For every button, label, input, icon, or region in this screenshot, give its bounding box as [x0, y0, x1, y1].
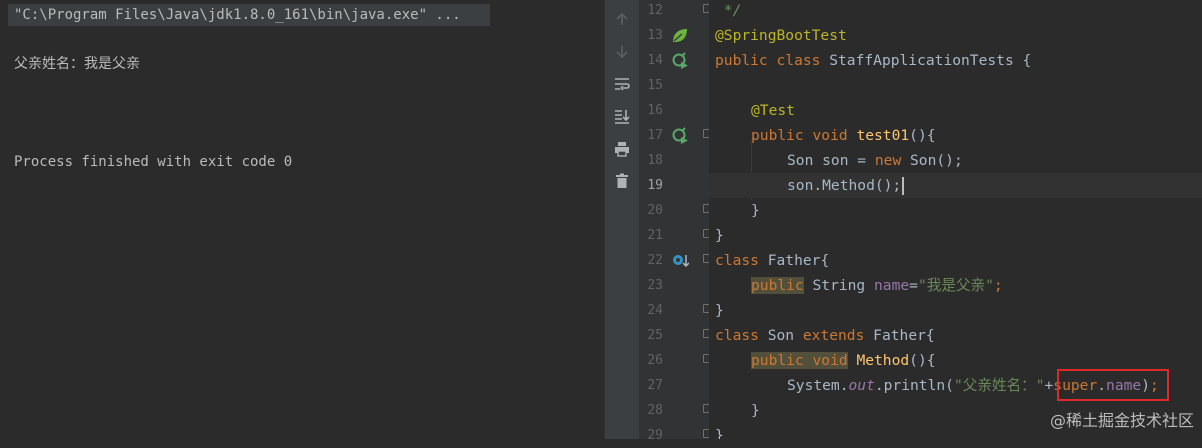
- run-command-line[interactable]: "C:\Program Files\Java\jdk1.8.0_161\bin\…: [8, 4, 490, 26]
- line-number: 26: [647, 353, 663, 368]
- highlight-annotation-box: [1057, 369, 1169, 401]
- console-exit-message: Process finished with exit code 0: [14, 154, 293, 170]
- text-caret: [902, 177, 904, 195]
- code-line: @Test: [751, 102, 795, 119]
- code-line: public String name="我是父亲";: [751, 277, 1003, 294]
- line-number: 12: [647, 3, 663, 18]
- line-number: 18: [647, 153, 663, 168]
- run-console: "C:\Program Files\Java\jdk1.8.0_161\bin\…: [0, 0, 604, 439]
- print-icon[interactable]: [612, 139, 632, 159]
- line-number: 27: [647, 378, 663, 393]
- line-number-current: 19: [647, 178, 663, 193]
- line-number: 16: [647, 103, 663, 118]
- line-number: 28: [647, 403, 663, 418]
- trash-icon[interactable]: [612, 171, 632, 191]
- spring-leaf-icon: [671, 27, 689, 45]
- line-number: 14: [647, 53, 663, 68]
- watermark: @稀土掘金技术社区: [1049, 411, 1194, 430]
- soft-wrap-icon[interactable]: [612, 74, 632, 94]
- code-line: class Father{: [715, 252, 830, 269]
- line-number: 25: [647, 328, 663, 343]
- arrow-down-icon[interactable]: [612, 42, 632, 62]
- line-number: 21: [647, 228, 663, 243]
- console-toolbar: [605, 0, 639, 439]
- code-line: }: [751, 202, 760, 219]
- console-output-line: 父亲姓名：我是父亲: [14, 56, 140, 72]
- line-number: 24: [647, 303, 663, 318]
- line-number: 22: [647, 253, 663, 268]
- line-number: 23: [647, 278, 663, 293]
- line-number: 29: [647, 428, 663, 443]
- scroll-to-end-icon[interactable]: [612, 106, 632, 126]
- line-number: 15: [647, 78, 663, 93]
- run-test-icon[interactable]: [671, 52, 689, 70]
- code-line: public void test01(){: [751, 127, 936, 144]
- code-line: @SpringBootTest: [715, 27, 847, 44]
- line-number: 13: [647, 28, 663, 43]
- line-number: 20: [647, 203, 663, 218]
- code-line: class Son extends Father{: [715, 327, 935, 344]
- arrow-up-icon[interactable]: [612, 9, 632, 29]
- overridden-method-icon[interactable]: [671, 252, 690, 270]
- code-line: Son son = new Son();: [787, 152, 963, 169]
- code-line: }: [715, 227, 724, 244]
- run-test-icon[interactable]: [671, 127, 689, 145]
- editor-gutter: 12 13 14 15 16 17 18 19 20 21 22 23 24 2…: [639, 0, 712, 443]
- line-number: 17: [647, 128, 663, 143]
- code-line: }: [715, 302, 724, 319]
- code-line: public class StaffApplicationTests {: [715, 52, 1032, 69]
- code-line: */: [715, 2, 742, 19]
- code-line-current: son.Method();: [709, 173, 1202, 198]
